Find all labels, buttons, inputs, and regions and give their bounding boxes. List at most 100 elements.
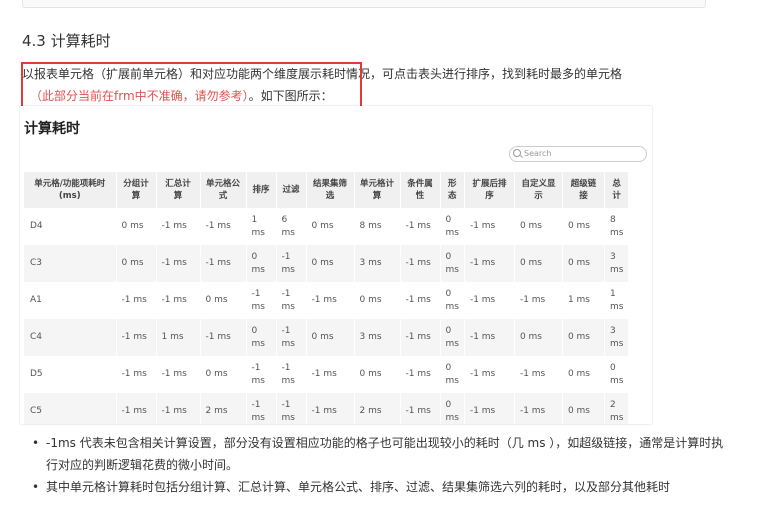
column-header[interactable]: 超级链接: [562, 172, 605, 208]
table-cell: 0 ms: [440, 208, 465, 245]
table-cell: 0 ms: [562, 319, 605, 356]
table-cell: 0 ms: [604, 356, 630, 393]
table-cell: -1 ms: [200, 208, 247, 245]
table-cell: -1 ms: [276, 282, 307, 319]
search-icon: [513, 149, 521, 157]
table-cell: -1 ms: [464, 245, 515, 282]
cell-name: C3: [24, 245, 117, 282]
table-cell: 0 ms: [116, 208, 157, 245]
column-header[interactable]: 单元格计算: [354, 172, 401, 208]
table-body: D4 0 ms -1 ms -1 ms 1 ms 6 ms 0 ms 8 ms -1 ms 0 m…: [24, 208, 630, 424]
cell-name: D4: [24, 208, 117, 245]
table-cell: 0 ms: [246, 319, 277, 356]
table-cell: -1 ms: [464, 319, 515, 356]
table-cell: -1 ms: [400, 245, 441, 282]
column-header[interactable]: 总计: [604, 172, 630, 208]
table-cell: -1 ms: [464, 356, 515, 393]
cell-name: C4: [24, 319, 117, 356]
column-header[interactable]: 汇总计算: [156, 172, 201, 208]
table-cell: 2 ms: [200, 393, 247, 424]
table-cell: -1 ms: [514, 356, 563, 393]
table-cell: -1 ms: [400, 208, 441, 245]
column-header[interactable]: 过滤: [276, 172, 307, 208]
table-cell: 0 ms: [514, 319, 563, 356]
table-row: D5 -1 ms -1 ms 0 ms -1 ms -1 ms -1 ms 0 ms -1 ms…: [24, 356, 630, 393]
table-cell: -1 ms: [400, 393, 441, 424]
table-cell: 0 ms: [562, 393, 605, 424]
section-title: 4.3 计算耗时: [22, 32, 111, 50]
table-cell: 0 ms: [562, 245, 605, 282]
table-cell: 0 ms: [200, 356, 247, 393]
table-row: D4 0 ms -1 ms -1 ms 1 ms 6 ms 0 ms 8 ms -1 ms 0 m…: [24, 208, 630, 245]
cell-name: D5: [24, 356, 117, 393]
table-cell: 0 ms: [306, 319, 355, 356]
table-cell: 0 ms: [440, 282, 465, 319]
table-cell: 1 ms: [562, 282, 605, 319]
table-cell: 0 ms: [562, 208, 605, 245]
table-cell: -1 ms: [514, 282, 563, 319]
column-header[interactable]: 单元格公式: [200, 172, 247, 208]
table-cell: -1 ms: [306, 356, 355, 393]
table-header-row: 单元格/功能项耗时(ms) 分组计算 汇总计算 单元格公式 排序 过滤 结果集筛选 单元格计算…: [24, 172, 630, 208]
column-header[interactable]: 单元格/功能项耗时(ms): [24, 172, 117, 208]
list-item: -1ms 代表未包含相关计算设置，部分没有设置相应功能的格子也可能出现较小的耗时…: [32, 432, 732, 476]
table-cell: 6 ms: [276, 208, 307, 245]
table-cell: 0 ms: [306, 208, 355, 245]
table-cell: 0 ms: [514, 245, 563, 282]
table-cell: -1 ms: [306, 282, 355, 319]
table-cell: -1 ms: [276, 356, 307, 393]
table-cell: -1 ms: [200, 245, 247, 282]
table-cell: 3 ms: [354, 319, 401, 356]
timing-table: 单元格/功能项耗时(ms) 分组计算 汇总计算 单元格公式 排序 过滤 结果集筛选 单元格计算…: [24, 172, 630, 424]
table-cell: 0 ms: [514, 208, 563, 245]
table-cell: 0 ms: [562, 356, 605, 393]
table-cell: -1 ms: [156, 208, 201, 245]
table-cell: -1 ms: [306, 393, 355, 424]
table-row: C4 -1 ms 1 ms -1 ms 0 ms -1 ms 0 ms 3 ms -1 ms 0 …: [24, 319, 630, 356]
table-cell: 0 ms: [440, 356, 465, 393]
screenshot-title: 计算耗时: [24, 121, 80, 137]
table-cell: -1 ms: [400, 356, 441, 393]
table-cell: -1 ms: [116, 282, 157, 319]
table-cell: -1 ms: [116, 393, 157, 424]
table-cell: -1 ms: [156, 245, 201, 282]
table-cell: 2 ms: [354, 393, 401, 424]
table-cell: 0 ms: [354, 282, 401, 319]
table-cell: 0 ms: [246, 245, 277, 282]
table-row: C5 -1 ms -1 ms 2 ms -1 ms -1 ms -1 ms 2 ms -1 ms…: [24, 393, 630, 424]
table-cell: -1 ms: [464, 208, 515, 245]
table-cell: 0 ms: [354, 356, 401, 393]
notes-list: -1ms 代表未包含相关计算设置，部分没有设置相应功能的格子也可能出现较小的耗时…: [32, 432, 732, 498]
table-cell: -1 ms: [156, 282, 201, 319]
column-header[interactable]: 分组计算: [116, 172, 157, 208]
table-cell: -1 ms: [276, 393, 307, 424]
column-header[interactable]: 条件属性: [400, 172, 441, 208]
table-cell: -1 ms: [156, 356, 201, 393]
search-input[interactable]: Search: [509, 146, 647, 162]
list-item: 其中单元格计算耗时包括分组计算、汇总计算、单元格公式、排序、过滤、结果集筛选六列…: [32, 476, 732, 498]
table-cell: -1 ms: [246, 393, 277, 424]
table-cell: 8 ms: [604, 208, 630, 245]
table-row: A1 -1 ms -1 ms 0 ms -1 ms -1 ms -1 ms 0 ms -1 ms…: [24, 282, 630, 319]
table-row: C3 0 ms -1 ms -1 ms 0 ms -1 ms 0 ms 3 ms -1 ms 0 …: [24, 245, 630, 282]
table-cell: -1 ms: [464, 282, 515, 319]
embedded-screenshot: 计算耗时 Search 单元格/功能项耗时(ms) 分组计算 汇总计算 单元格公式 排序…: [20, 106, 652, 424]
table-cell: 0 ms: [306, 245, 355, 282]
cell-name: A1: [24, 282, 117, 319]
table-cell: -1 ms: [200, 319, 247, 356]
search-placeholder: Search: [524, 149, 552, 158]
column-header[interactable]: 排序: [246, 172, 277, 208]
table-cell: -1 ms: [464, 393, 515, 424]
column-header[interactable]: 自定义显示: [514, 172, 563, 208]
table-cell: -1 ms: [246, 356, 277, 393]
table-cell: -1 ms: [276, 319, 307, 356]
table-cell: -1 ms: [156, 393, 201, 424]
column-header[interactable]: 结果集筛选: [306, 172, 355, 208]
table-cell: 3 ms: [354, 245, 401, 282]
table-cell: 0 ms: [440, 393, 465, 424]
table-cell: -1 ms: [116, 356, 157, 393]
column-header[interactable]: 形态: [440, 172, 465, 208]
column-header[interactable]: 扩展后排序: [464, 172, 515, 208]
table-cell: 0 ms: [440, 245, 465, 282]
table-cell: 3 ms: [604, 245, 630, 282]
